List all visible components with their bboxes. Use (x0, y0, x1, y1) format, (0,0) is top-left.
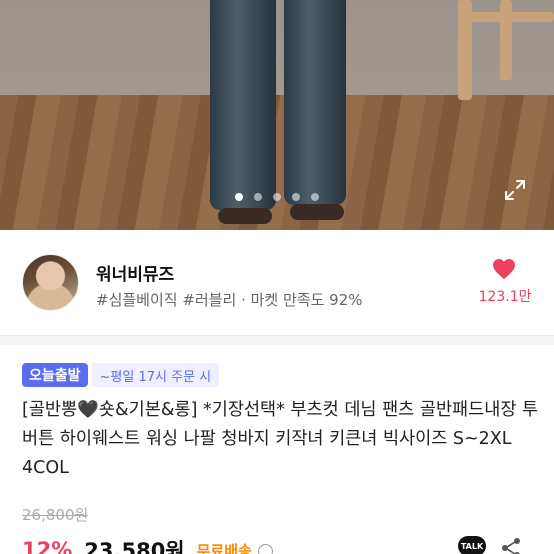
photo-shoe-left (218, 208, 272, 224)
photo-shoe-right (290, 204, 344, 220)
photo-background-floor (0, 95, 554, 230)
gallery-dot[interactable] (254, 193, 262, 201)
today-shipping-badge: 오늘출발 (22, 363, 88, 387)
talk-icon[interactable]: TALK (458, 536, 486, 554)
price-row: 12% 23,580원 무료배송 (22, 535, 273, 554)
gallery-dot[interactable] (273, 193, 281, 201)
sale-price: 23,580원 (84, 539, 185, 554)
shop-info-row[interactable]: 워너비뮤즈 #심플베이직 #러블리 · 마켓 만족도 92% (0, 230, 554, 334)
gallery-pagination (0, 193, 554, 203)
gallery-dot[interactable] (235, 193, 243, 201)
info-icon[interactable] (257, 543, 273, 554)
product-title: [골반뽕🖤숏&기본&롱] *기장선택* 부츠컷 데님 팬츠 골반패드내장 투버튼… (22, 400, 539, 478)
product-image-gallery[interactable] (0, 0, 554, 230)
free-shipping-label: 무료배송 (196, 541, 252, 554)
photo-jeans-leg-left (210, 0, 276, 210)
share-icon[interactable] (500, 537, 522, 554)
discount-rate: 12% (22, 538, 73, 554)
delivery-badge-row: 오늘출발 ~평일 17시 주문 시 (22, 363, 220, 387)
photo-jeans-leg-right (284, 0, 346, 205)
shop-avatar[interactable] (22, 254, 79, 311)
shop-name[interactable]: 워너비뮤즈 (96, 260, 174, 285)
gallery-dot[interactable] (292, 193, 300, 201)
shop-tags: #심플베이직 #러블리 · 마켓 만족도 92% (96, 291, 363, 309)
like-count: 123.1만 (478, 289, 532, 305)
shipping-cutoff-note: ~평일 17시 주문 시 (91, 363, 220, 387)
gallery-dot[interactable] (311, 193, 319, 201)
heart-icon[interactable] (492, 258, 516, 280)
original-price: 26,800원 (22, 506, 89, 524)
section-divider (0, 335, 554, 345)
expand-icon[interactable] (504, 179, 526, 201)
photo-chair-rail (470, 12, 554, 22)
